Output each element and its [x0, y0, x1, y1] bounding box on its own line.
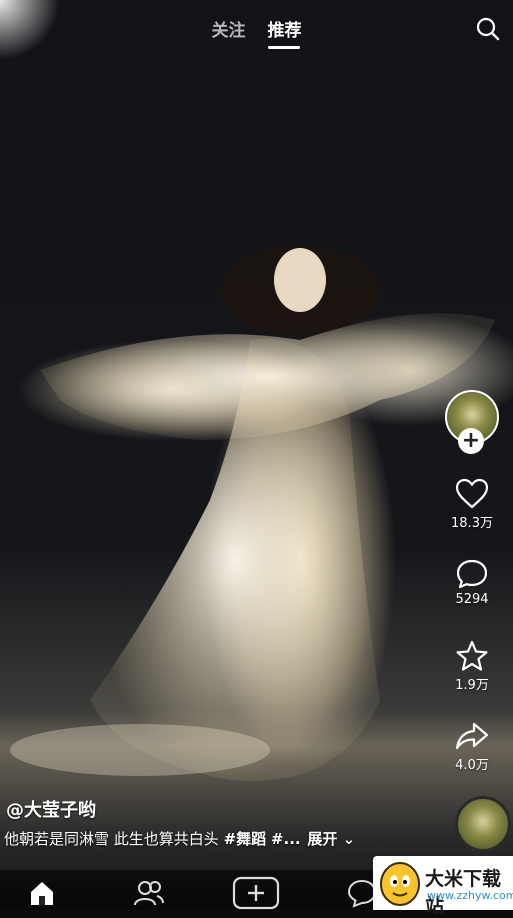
watermark-url: www.zzhyw.com [427, 889, 513, 902]
video-content-image [10, 245, 495, 781]
share-arrow-icon [455, 722, 489, 750]
comment-count: 5294 [455, 592, 489, 607]
video-caption: 他朝若是同淋雪 此生也算共白头 #舞蹈 #... 展开 ⌄ [4, 828, 355, 849]
comment-bubble-icon [456, 559, 488, 589]
watermark-logo-icon [380, 862, 420, 906]
author-name[interactable]: @大莹子哟 [6, 796, 96, 822]
caption-text: 他朝若是同淋雪 此生也算共白头 [4, 830, 219, 848]
expand-label: 展开 [307, 830, 338, 848]
like-button[interactable]: 18.3万 [431, 478, 513, 531]
like-count: 18.3万 [451, 516, 493, 531]
music-disc[interactable] [455, 796, 511, 852]
search-icon [476, 17, 500, 41]
expand-caption-button[interactable]: 展开 ⌄ [307, 830, 355, 848]
hashtag-dance[interactable]: #舞蹈 [224, 830, 267, 848]
feed-tabs: 关注 推荐 [0, 16, 513, 49]
nav-home[interactable] [27, 878, 57, 912]
comment-button[interactable]: 5294 [431, 558, 513, 607]
tab-following[interactable]: 关注 [212, 16, 246, 41]
home-icon [31, 882, 53, 905]
nav-add[interactable] [232, 876, 280, 914]
share-button[interactable]: 4.0万 [431, 720, 513, 773]
nav-friends[interactable] [133, 878, 165, 912]
author-avatar-button[interactable]: + [445, 390, 499, 454]
heart-icon [455, 478, 489, 509]
favorite-button[interactable]: 1.9万 [431, 640, 513, 693]
site-watermark: 大米下载站 www.zzhyw.com [373, 856, 513, 917]
tab-recommended[interactable]: 推荐 [267, 16, 301, 49]
share-count: 4.0万 [455, 758, 489, 773]
favorite-count: 1.9万 [455, 678, 489, 693]
video-frame[interactable] [0, 0, 513, 910]
hashtag-more[interactable]: #... [271, 830, 301, 848]
friends-icon [134, 881, 164, 906]
chevron-down-icon: ⌄ [337, 830, 356, 848]
add-icon [232, 876, 280, 910]
plus-icon: + [461, 428, 481, 453]
star-icon [456, 640, 488, 671]
follow-button[interactable]: + [458, 428, 484, 454]
search-button[interactable] [475, 16, 501, 42]
